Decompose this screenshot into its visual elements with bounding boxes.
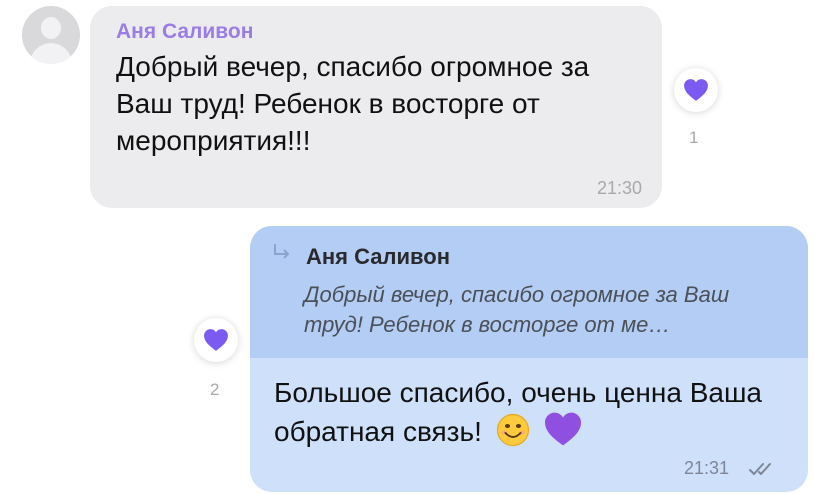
message-text: Добрый вечер, спасибо огромное за Ваш тр…: [116, 51, 590, 156]
double-check-icon: [749, 463, 771, 475]
message-time: 21:31: [684, 458, 730, 478]
avatar-body-shape: [30, 43, 72, 64]
reply-quote[interactable]: Аня Саливон Добрый вечер, спасибо огромн…: [250, 226, 808, 358]
message-text: Большое спасибо, очень ценна Ваша обратн…: [274, 374, 794, 456]
message-time: 21:30: [596, 178, 642, 198]
avatar-head-shape: [41, 17, 61, 39]
reaction-heart-button[interactable]: [674, 68, 718, 112]
quote-text: Добрый вечер, спасибо огромное за Ваш тр…: [304, 282, 730, 337]
reaction-count: 2: [210, 380, 220, 399]
purple-heart-icon: [204, 329, 228, 351]
quote-sender-name: Аня Саливон: [306, 244, 450, 269]
incoming-message-bubble[interactable]: Аня Саливон Добрый вечер, спасибо огромн…: [90, 6, 662, 208]
purple-heart-icon: [543, 411, 583, 456]
purple-heart-icon: [684, 79, 708, 101]
outgoing-message-bubble[interactable]: Аня Саливон Добрый вечер, спасибо огромн…: [250, 226, 808, 492]
smiling-face-icon: [496, 413, 530, 456]
sender-avatar[interactable]: [22, 6, 80, 64]
reaction-count: 1: [689, 128, 699, 147]
sender-name[interactable]: Аня Саливон: [116, 20, 253, 44]
reply-arrow-icon: [274, 244, 290, 259]
reaction-heart-button[interactable]: [194, 318, 238, 362]
